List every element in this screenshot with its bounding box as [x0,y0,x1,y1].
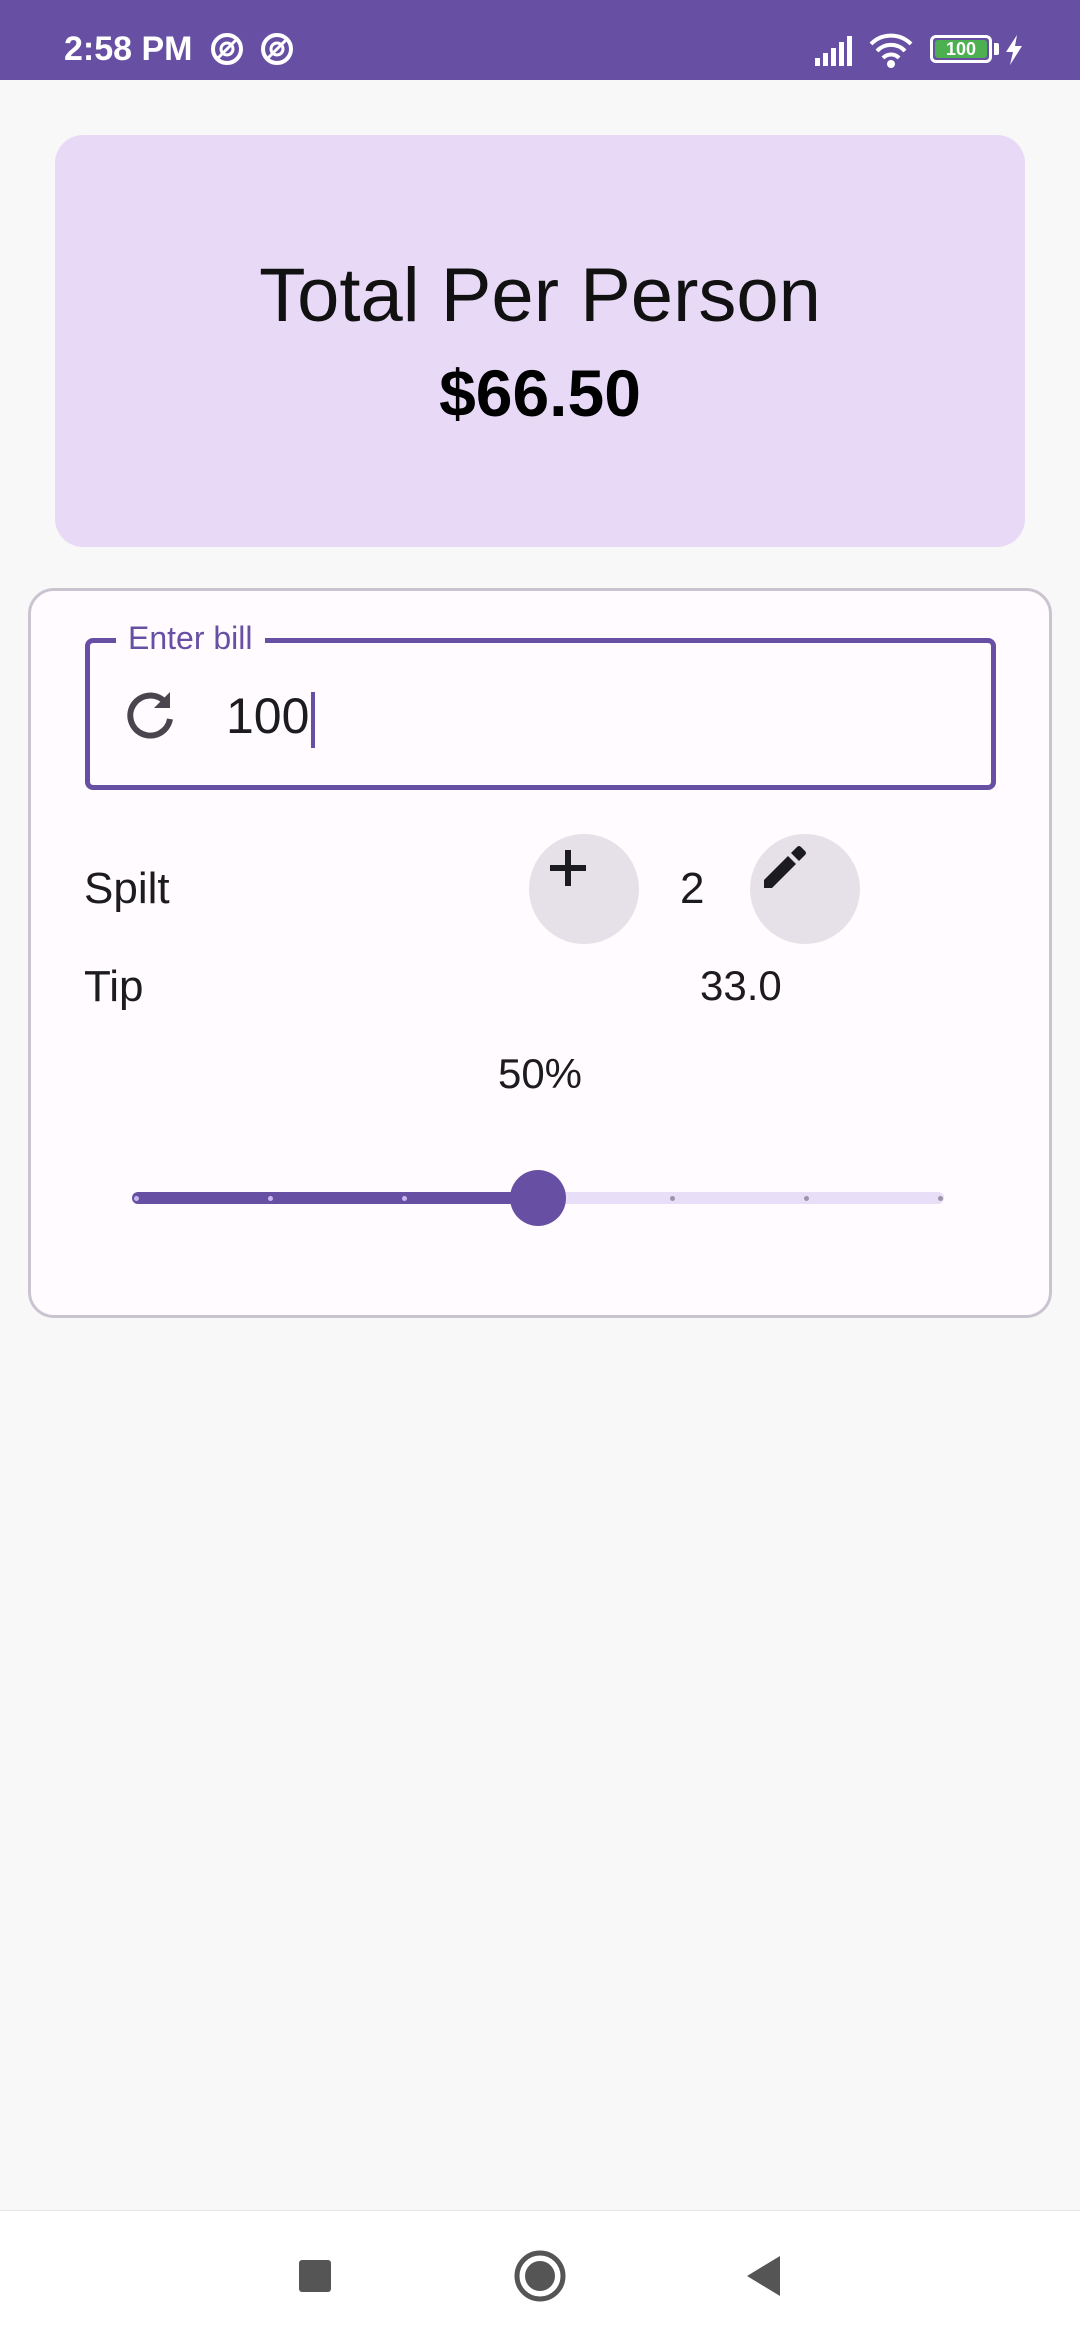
signal-icon [815,36,852,66]
edit-icon [764,846,806,888]
edit-split-button[interactable] [750,834,860,944]
navigation-bar [0,2210,1080,2341]
tip-slider-thumb[interactable] [510,1170,566,1226]
tip-amount: 33.0 [700,962,782,1009]
tip-percent: 50% [497,1050,583,1097]
text-cursor [311,692,315,748]
refresh-icon[interactable] [121,686,179,744]
slider-tick [401,1196,407,1201]
slider-tick [803,1196,809,1201]
tip-slider-active-track [132,1192,538,1204]
notification-icon [211,33,243,65]
charging-icon [1006,35,1022,65]
slider-tick [937,1196,943,1201]
home-button[interactable] [505,2241,575,2311]
back-button[interactable] [730,2241,800,2311]
bill-input[interactable] [226,680,926,752]
total-value: $66.50 [439,356,641,430]
battery-icon: 100 [930,35,992,63]
notification-icon [261,33,293,65]
total-label: Total Per Person [259,253,821,338]
split-label: Spilt [84,864,170,913]
slider-tick [669,1196,675,1201]
increase-split-button[interactable] [529,834,639,944]
status-bar: 2:58 PM 100 [0,0,1080,80]
bill-label: Enter bill [116,618,265,658]
slider-tick [133,1196,139,1201]
plus-icon [550,850,586,886]
split-count: 2 [680,864,705,913]
total-card [55,135,1025,547]
recents-button[interactable] [280,2241,350,2311]
battery-level: 100 [935,40,987,59]
slider-tick [267,1196,273,1201]
status-time: 2:58 PM [64,30,193,68]
battery-nub [994,43,999,55]
wifi-icon [869,33,913,68]
tip-label: Tip [84,962,144,1011]
